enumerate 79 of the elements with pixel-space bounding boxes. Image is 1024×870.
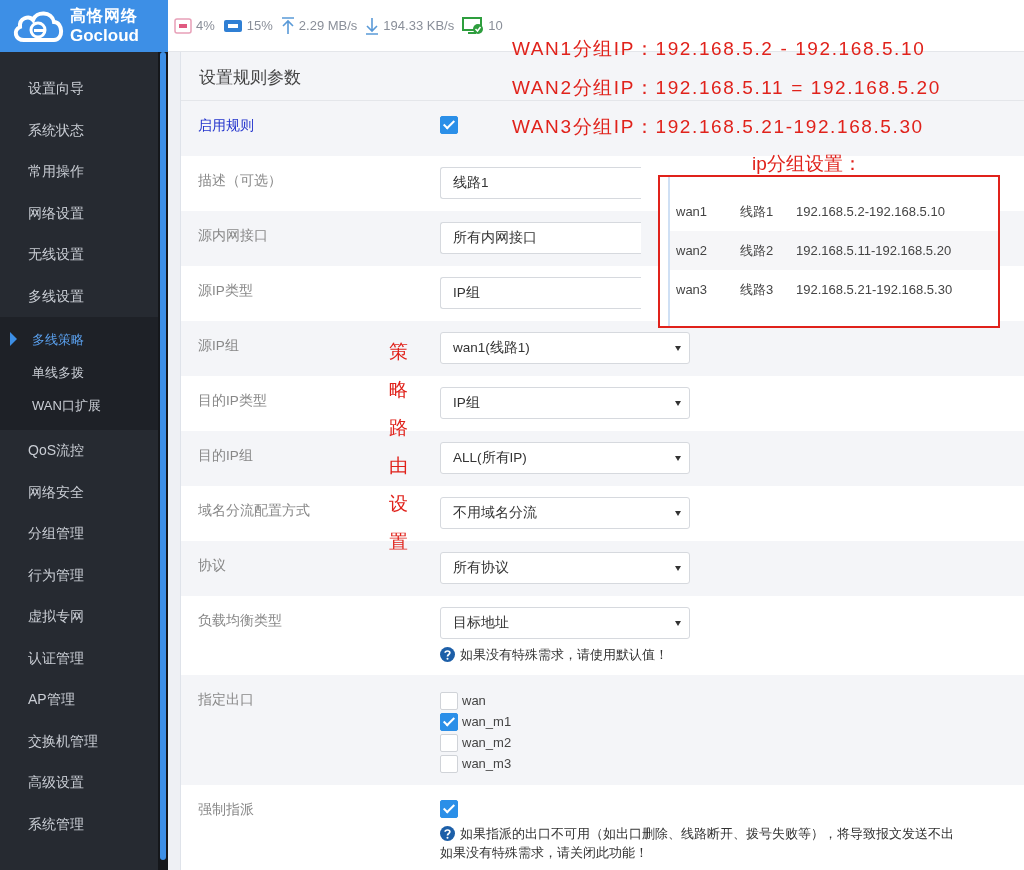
sidebar-item[interactable]: 系统管理 (0, 803, 158, 845)
dropdown-select[interactable]: 目标地址 (440, 607, 690, 639)
field-label: 目的IP类型 (198, 393, 267, 408)
field-label: 源IP类型 (198, 283, 253, 298)
field-label: 域名分流配置方式 (198, 503, 310, 518)
field-label: 源内网接口 (198, 228, 268, 243)
checkbox[interactable] (440, 116, 458, 134)
field-label: 负载均衡类型 (198, 613, 282, 628)
table-cell-text: 线路2 (739, 242, 775, 260)
sidebar-item[interactable]: 认证管理 (0, 637, 158, 679)
sidebar-item[interactable]: 系统状态 (0, 109, 158, 151)
sidebar-item[interactable]: 设置向导 (0, 68, 158, 110)
sidebar-item[interactable]: 分组管理 (0, 513, 158, 555)
upload-arrow-icon (280, 16, 295, 35)
table-cell-text: wan1 (675, 203, 709, 221)
submenu-item[interactable]: 单线多拨 (0, 356, 158, 389)
dropdown-select[interactable]: ALL(所有IP) (440, 442, 690, 474)
table-cell-text: 线路1 (739, 203, 775, 221)
stat-value: 2.29 MB/s (298, 18, 358, 33)
scrollbar-thumb[interactable] (160, 52, 166, 860)
field-label: 源IP组 (198, 338, 239, 353)
field-label: 目的IP组 (198, 448, 253, 463)
annotation-text: ip分组设置： (752, 152, 862, 176)
sidebar-item[interactable]: 无线设置 (0, 234, 158, 276)
annotation-text: WAN2分组IP：192.168.5.11 = 192.168.5.20 (512, 76, 941, 100)
sidebar-item[interactable]: 多线设置 (0, 275, 158, 317)
field-label: 协议 (198, 558, 226, 573)
table-cell-text: 192.168.5.11-192.168.5.20 (795, 242, 953, 260)
sidebar-item[interactable]: 高级设置 (0, 762, 158, 804)
monitor-check-icon (462, 16, 485, 35)
stat-value: 10 (488, 18, 503, 33)
sidebar-item[interactable]: AP管理 (0, 679, 158, 721)
table-cell-text: wan3 (675, 281, 709, 299)
annotation-vertical-text: 策略路由设置 (389, 340, 408, 554)
text-input[interactable]: 线路1 (440, 167, 641, 199)
submenu-item[interactable]: 多线策略 (0, 323, 158, 356)
sidebar-item[interactable]: 网络安全 (0, 471, 158, 513)
download-arrow-icon (365, 16, 380, 35)
stat-value: 194.33 KB/s (383, 18, 455, 33)
checkbox-label: wan_m3 (462, 756, 512, 771)
checkbox[interactable] (440, 800, 458, 818)
submenu-item[interactable]: WAN口扩展 (0, 389, 158, 422)
sidebar-item[interactable]: 虚拟专网 (0, 596, 158, 638)
logo-brand: Gocloud (70, 26, 139, 44)
table-cell-text: wan2 (675, 242, 709, 260)
stat-value: 4% (196, 18, 215, 33)
ram-chip-icon (222, 17, 243, 34)
hint-text: 如果没有特殊需求，请使用默认值！ (460, 645, 668, 664)
annotation-text: WAN1分组IP：192.168.5.2 - 192.168.5.10 (512, 37, 927, 61)
sidebar-item[interactable]: 行为管理 (0, 554, 158, 596)
table-cell-text: 192.168.5.21-192.168.5.30 (795, 281, 954, 299)
sidebar-item[interactable]: 网络设置 (0, 192, 158, 234)
field-label: 启用规则 (198, 118, 254, 133)
table-cell-text: 192.168.5.2-192.168.5.10 (795, 203, 946, 221)
dropdown-select[interactable]: 不用域名分流 (440, 497, 690, 529)
sidebar-item[interactable]: 交换机管理 (0, 720, 158, 762)
dropdown-select[interactable]: 所有内网接口 (440, 222, 641, 254)
logo-name: 高恪网络 (70, 7, 139, 24)
dropdown-select[interactable]: wan1(线路1) (440, 332, 690, 364)
checkbox-label: wan_m2 (462, 735, 512, 750)
checkbox-label: wan (462, 693, 486, 708)
help-icon (440, 647, 455, 662)
table-cell-text: 线路3 (739, 281, 775, 299)
help-icon (440, 826, 455, 841)
field-label: 描述（可选） (198, 173, 282, 188)
hint-text: 如果指派的出口不可用（如出口删除、线路断开、拨号失败等），将导致报文发送不出 (460, 824, 954, 843)
hint-text: 如果没有特殊需求，请关闭此功能！ (440, 843, 648, 862)
dropdown-select[interactable]: IP组 (440, 387, 690, 419)
field-label: 指定出口 (198, 692, 254, 707)
dropdown-select[interactable]: 所有协议 (440, 552, 690, 584)
sidebar-item[interactable]: QoS流控 (0, 430, 158, 472)
field-label: 强制指派 (198, 802, 254, 817)
checkbox[interactable] (440, 712, 458, 731)
stat-value: 15% (246, 18, 273, 33)
cpu-chip-icon (174, 17, 192, 34)
checkbox-label: wan_m1 (462, 714, 512, 729)
sidebar-item[interactable]: 常用操作 (0, 151, 158, 193)
dropdown-select[interactable]: IP组 (440, 277, 641, 309)
annotation-text: WAN3分组IP：192.168.5.21-192.168.5.30 (512, 115, 925, 139)
